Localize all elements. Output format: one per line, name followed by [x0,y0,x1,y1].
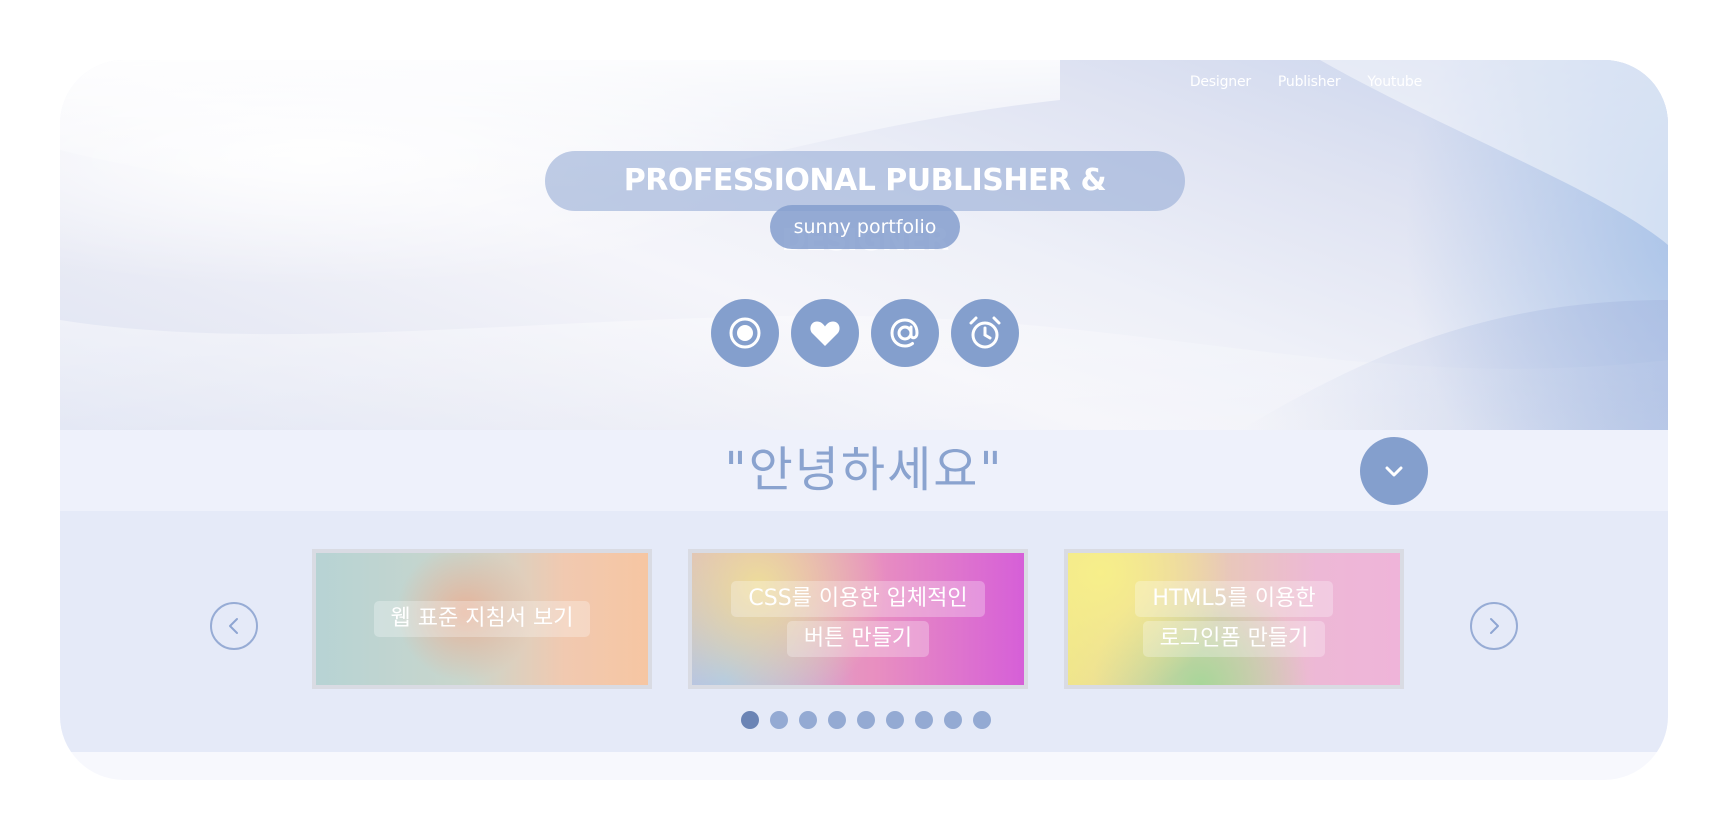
project-slider: 웹 표준 지침서 보기 CSS를 이용한 입체적인 버튼 만들기 HTML5를 … [60,511,1668,752]
alarm-button[interactable] [951,299,1019,367]
hero-subtitle: sunny portfolio [770,205,960,249]
alarm-clock-icon [969,316,1001,349]
at-sign-icon [890,318,919,348]
slider-next-button[interactable] [1470,602,1518,650]
slider-pagination [741,711,991,729]
slider-prev-button[interactable] [210,602,258,650]
heart-button[interactable] [791,299,859,367]
email-button[interactable] [871,299,939,367]
slide-caption: CSS를 이용한 입체적인 [731,581,985,617]
target-icon [729,317,761,349]
nav-designer-link[interactable]: Designer [1190,74,1251,90]
slide-caption: 버튼 만들기 [786,621,930,657]
pagination-dot[interactable] [828,711,846,729]
slide-html5-login[interactable]: HTML5를 이용한 로그인폼 만들기 [1064,549,1404,689]
pagination-dot[interactable] [886,711,904,729]
chevron-left-icon [229,618,238,634]
social-icons [711,299,1019,367]
hero-title: PROFESSIONAL PUBLISHER & DESIGNER [545,151,1185,258]
slide-css-buttons[interactable]: CSS를 이용한 입체적인 버튼 만들기 [688,549,1028,689]
nav-youtube-link[interactable]: Youtube [1367,74,1422,90]
pagination-dot[interactable] [973,711,991,729]
slide-caption: 웹 표준 지침서 보기 [373,601,591,637]
greeting-band: "안녕하세요" [60,430,1668,511]
hero-section: Designer Publisher Youtube PROFESSIONAL … [60,60,1668,430]
scroll-down-button[interactable] [1360,437,1428,505]
pagination-dot[interactable] [915,711,933,729]
slide-caption: HTML5를 이용한 [1135,581,1333,617]
target-button[interactable] [711,299,779,367]
chevron-right-icon [1490,618,1499,634]
slide-web-standards[interactable]: 웹 표준 지침서 보기 [312,549,652,689]
pagination-dot[interactable] [944,711,962,729]
chevron-down-icon [1385,466,1403,477]
pagination-dot[interactable] [857,711,875,729]
pagination-dot[interactable] [770,711,788,729]
slide-caption: 로그인폼 만들기 [1142,621,1326,657]
heart-icon [810,321,840,346]
pagination-dot[interactable] [799,711,817,729]
portfolio-card: Designer Publisher Youtube PROFESSIONAL … [60,60,1668,780]
top-nav: Designer Publisher Youtube [1190,74,1422,90]
pagination-dot[interactable] [741,711,759,729]
nav-publisher-link[interactable]: Publisher [1278,74,1341,90]
